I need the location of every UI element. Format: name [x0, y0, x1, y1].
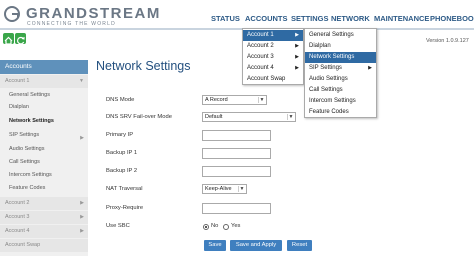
radio-label-yes: Yes — [231, 223, 241, 229]
sidebar-item-dialplan[interactable]: Dialplan — [0, 104, 88, 110]
nav-status[interactable]: STATUS — [211, 14, 240, 23]
chevron-right-icon: ▶ — [80, 228, 84, 234]
chevron-down-icon: ▼ — [287, 114, 294, 120]
field-label: Primary IP — [106, 132, 134, 138]
backup-ip-2-input[interactable] — [202, 166, 271, 177]
submenu-intercom-settings[interactable]: Intercom Settings — [305, 96, 376, 107]
sidebar-item-account-swap[interactable]: Account Swap — [0, 239, 88, 252]
menu-item-account-1[interactable]: Account 1 ▶ — [243, 30, 303, 41]
menu-item-account-4[interactable]: Account 4 ▶ — [243, 63, 303, 74]
submenu-general-settings[interactable]: General Settings — [305, 30, 376, 41]
menu-item-account-2[interactable]: Account 2 ▶ — [243, 41, 303, 52]
field-label: Use SBC — [106, 223, 130, 229]
sidebar-item-call-settings[interactable]: Call Settings — [0, 159, 88, 165]
select-value: Default — [205, 114, 223, 120]
menu-item-account-3[interactable]: Account 3 ▶ — [243, 52, 303, 63]
sidebar-item-label: Account 1 — [5, 78, 30, 84]
submenu-network-settings[interactable]: Network Settings — [305, 52, 376, 63]
nav-settings[interactable]: SETTINGS — [291, 14, 329, 23]
radio-label-no: No — [211, 223, 219, 229]
field-label: Backup IP 2 — [106, 168, 138, 174]
version-label: Version 1.0.9.127 — [426, 38, 469, 44]
nav-network[interactable]: NETWORK — [331, 14, 370, 23]
sidebar-item-audio-settings[interactable]: Audio Settings — [0, 146, 88, 152]
sidebar-item-label: SIP Settings — [9, 132, 40, 138]
sidebar-item-intercom-settings[interactable]: Intercom Settings — [0, 172, 88, 178]
field-label: NAT Traversal — [106, 186, 143, 192]
save-button[interactable]: Save — [204, 240, 226, 251]
proxy-require-input[interactable] — [202, 203, 271, 214]
chevron-down-icon: ▼ — [79, 78, 84, 84]
sidebar-header: Accounts — [0, 60, 88, 74]
submenu-call-settings[interactable]: Call Settings — [305, 85, 376, 96]
backup-ip-1-input[interactable] — [202, 148, 271, 159]
sidebar-item-network-settings[interactable]: Network Settings — [0, 118, 88, 124]
sidebar-item-account-3[interactable]: Account 3 ▶ — [0, 211, 88, 224]
field-label: Backup IP 1 — [106, 150, 138, 156]
sidebar-item-account-2[interactable]: Account 2 ▶ — [0, 197, 88, 210]
menu-item-account-swap[interactable]: Account Swap — [243, 74, 303, 85]
nav-phonebook[interactable]: PHONEBOOK — [430, 14, 474, 23]
sidebar-item-sip-settings[interactable]: SIP Settings ▶ — [0, 132, 88, 141]
field-label: DNS SRV Fail-over Mode — [106, 114, 172, 120]
chevron-right-icon: ▶ — [368, 65, 372, 71]
sidebar-item-label: Account 3 — [5, 214, 30, 220]
menu-item-label: Account 3 — [247, 54, 274, 60]
chevron-right-icon: ▶ — [80, 200, 84, 206]
nav-maintenance[interactable]: MAINTENANCE — [374, 14, 429, 23]
chevron-down-icon: ▼ — [238, 186, 245, 192]
save-and-apply-button[interactable]: Save and Apply — [230, 240, 282, 251]
refresh-icon[interactable] — [15, 33, 26, 45]
sidebar-item-account-4[interactable]: Account 4 ▶ — [0, 225, 88, 238]
select-value: A Record — [205, 97, 228, 103]
header-divider — [0, 28, 474, 30]
grandstream-logo-icon — [4, 6, 20, 22]
nat-traversal-select[interactable]: Keep-Alive ▼ — [202, 184, 247, 194]
chevron-right-icon: ▶ — [295, 54, 299, 60]
submenu-feature-codes[interactable]: Feature Codes — [305, 107, 376, 118]
brand-logo: GRANDSTREAM CONNECTING THE WORLD — [2, 2, 159, 27]
menu-item-label: Account 4 — [247, 65, 274, 71]
accounts-dropdown-menu: Account 1 ▶ Account 2 ▶ Account 3 ▶ Acco… — [242, 28, 304, 85]
submenu-sip-settings[interactable]: SIP Settings ▶ — [305, 63, 376, 74]
chevron-down-icon: ▼ — [258, 97, 265, 103]
reset-button[interactable]: Reset — [287, 240, 312, 251]
sidebar-item-account-1[interactable]: Account 1 ▼ — [0, 75, 88, 88]
submenu-audio-settings[interactable]: Audio Settings — [305, 74, 376, 85]
sidebar-item-general-settings[interactable]: General Settings — [0, 92, 88, 98]
menu-item-label: Account 2 — [247, 43, 274, 49]
brand-name: GRANDSTREAM — [26, 5, 161, 22]
primary-ip-input[interactable] — [202, 130, 271, 141]
dns-mode-select[interactable]: A Record ▼ — [202, 95, 267, 105]
menu-item-label: SIP Settings — [309, 65, 342, 71]
chevron-right-icon: ▶ — [295, 65, 299, 71]
sidebar-item-label: Account 4 — [5, 228, 30, 234]
use-sbc-no-radio[interactable] — [203, 224, 209, 230]
chevron-right-icon: ▶ — [80, 135, 84, 141]
sidebar-item-label: Account 2 — [5, 200, 30, 206]
field-label: DNS Mode — [106, 97, 135, 103]
chevron-right-icon: ▶ — [80, 214, 84, 220]
chevron-right-icon: ▶ — [295, 32, 299, 38]
brand-tagline: CONNECTING THE WORLD — [27, 21, 116, 27]
nav-accounts[interactable]: ACCOUNTS — [245, 14, 288, 23]
select-value: Keep-Alive — [205, 186, 232, 192]
field-label: Proxy-Require — [106, 205, 144, 211]
use-sbc-yes-radio[interactable] — [223, 224, 229, 230]
chevron-right-icon: ▶ — [295, 43, 299, 49]
submenu-dialplan[interactable]: Dialplan — [305, 41, 376, 52]
dns-srv-failover-select[interactable]: Default ▼ — [202, 112, 296, 122]
account-1-submenu: General Settings Dialplan Network Settin… — [304, 28, 377, 118]
home-icon[interactable] — [3, 33, 14, 45]
menu-item-label: Account 1 — [247, 32, 274, 38]
page-title: Network Settings — [96, 59, 191, 73]
sidebar-item-feature-codes[interactable]: Feature Codes — [0, 185, 88, 191]
